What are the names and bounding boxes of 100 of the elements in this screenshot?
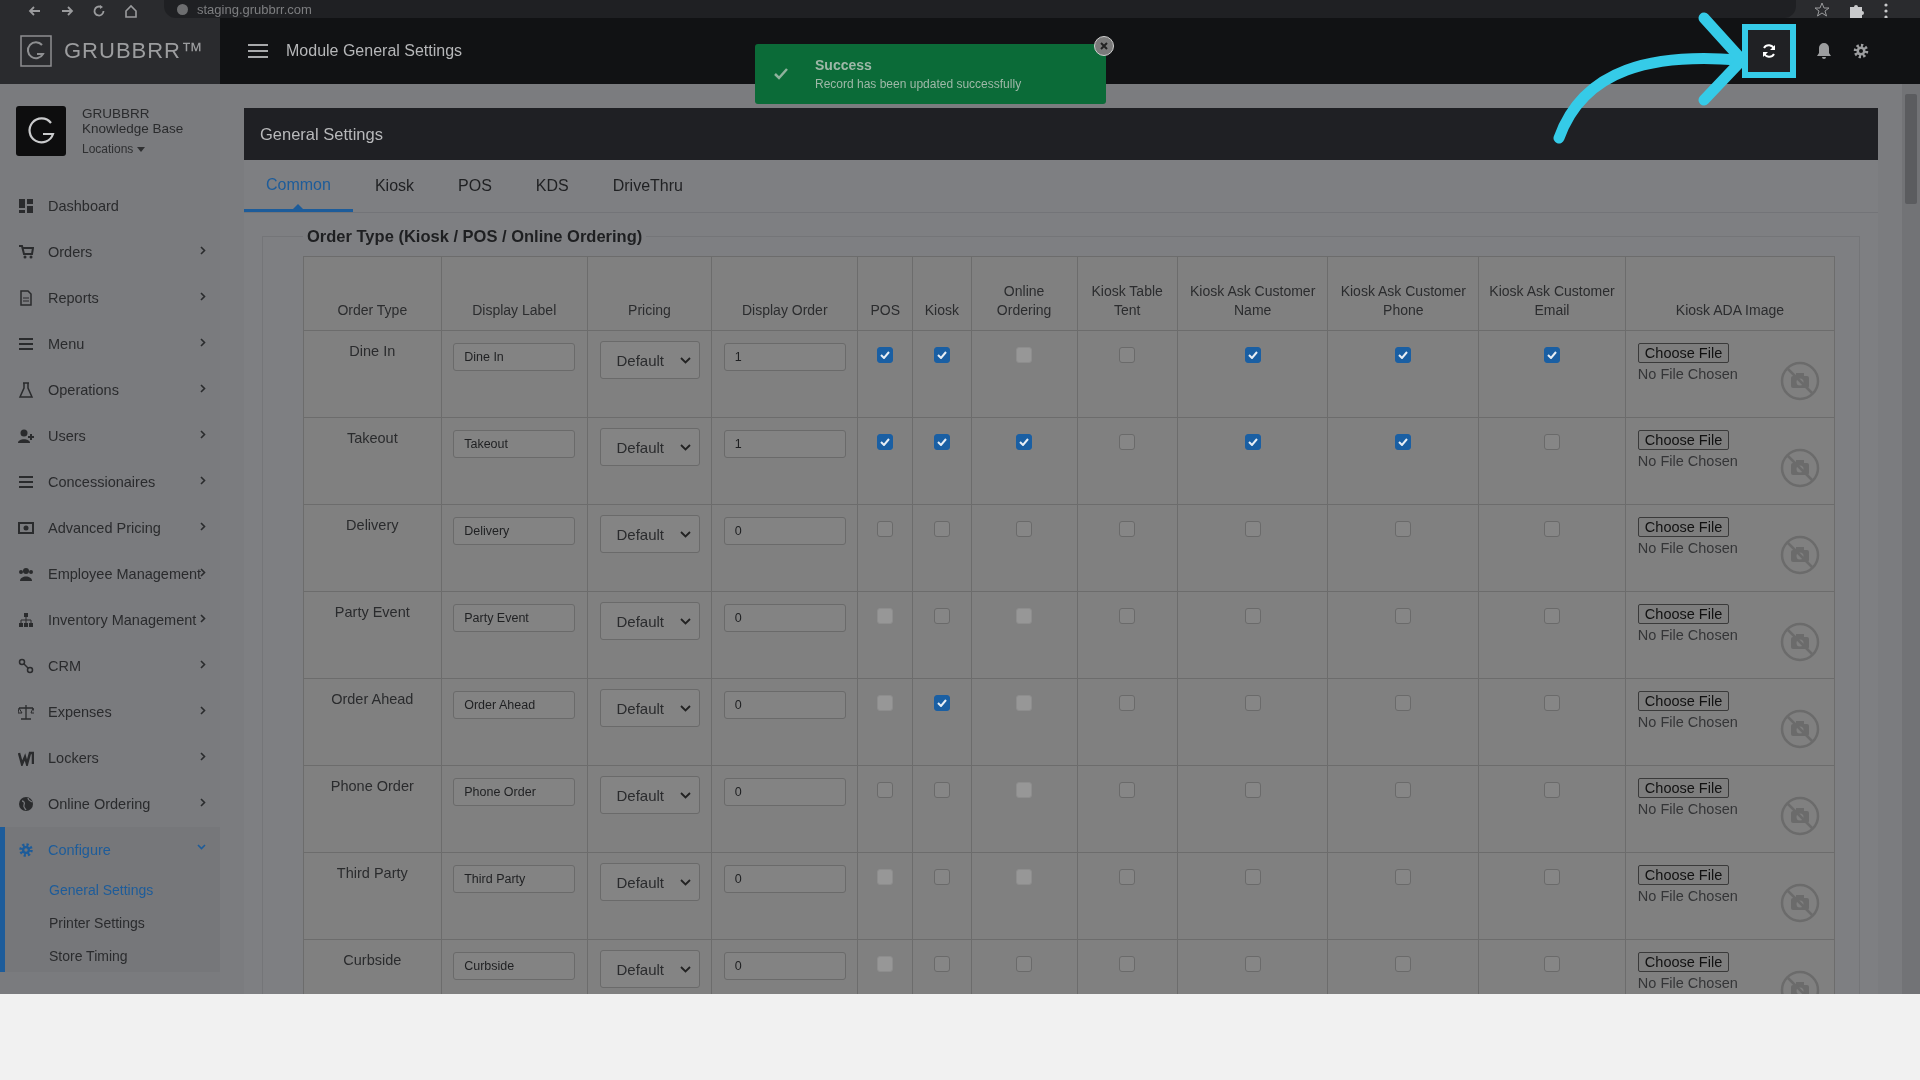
label-field[interactable]: Party Event	[453, 604, 576, 632]
choose-file-button[interactable]: Choose File	[1637, 952, 1730, 972]
order-field[interactable]: 0	[723, 778, 846, 806]
checkbox[interactable]	[1016, 956, 1033, 972]
checkbox[interactable]	[1544, 608, 1560, 624]
checkbox[interactable]	[1395, 869, 1412, 885]
checkbox[interactable]	[1244, 869, 1261, 885]
sidebar-item[interactable]: CRM	[0, 643, 220, 689]
star-icon[interactable]	[1814, 2, 1830, 18]
checkbox[interactable]	[1244, 695, 1261, 711]
scrollbar[interactable]	[1902, 84, 1920, 994]
more-icon[interactable]	[1884, 2, 1888, 18]
submenu-item[interactable]: Printer Settings	[5, 906, 220, 939]
home-icon[interactable]	[124, 4, 138, 18]
reload-icon[interactable]	[92, 4, 106, 18]
label-field[interactable]: Phone Order	[453, 778, 576, 806]
checkbox[interactable]	[1544, 695, 1560, 711]
checkbox[interactable]	[1119, 521, 1136, 537]
order-field[interactable]: 0	[723, 691, 846, 719]
order-field[interactable]: 0	[723, 865, 846, 893]
pricing-select[interactable]: Default	[599, 602, 700, 640]
checkbox[interactable]	[1119, 956, 1136, 972]
checkbox[interactable]	[1544, 782, 1560, 798]
sidebar-item[interactable]: Orders	[0, 229, 220, 275]
checkbox[interactable]	[1016, 434, 1033, 450]
checkbox[interactable]	[933, 347, 950, 363]
tab[interactable]: Kiosk	[352, 160, 437, 212]
checkbox[interactable]	[933, 434, 950, 450]
locations-dropdown[interactable]: Locations	[82, 142, 146, 156]
checkbox[interactable]	[1544, 521, 1560, 537]
choose-file-button[interactable]: Choose File	[1637, 430, 1730, 450]
checkbox[interactable]	[1244, 434, 1261, 450]
checkbox[interactable]	[1395, 347, 1412, 363]
close-button[interactable]	[1094, 36, 1114, 56]
pricing-select[interactable]: Default	[599, 950, 700, 988]
choose-file-button[interactable]: Choose File	[1637, 517, 1730, 537]
sidebar-item[interactable]: Users	[0, 413, 220, 459]
submenu-item[interactable]: Store Timing	[5, 939, 220, 972]
checkbox[interactable]	[877, 782, 894, 798]
order-field[interactable]: 1	[723, 430, 846, 458]
checkbox[interactable]	[933, 521, 950, 537]
sidebar-item[interactable]: Inventory Management	[0, 597, 220, 643]
pricing-select[interactable]: Default	[599, 515, 700, 553]
tab[interactable]: DriveThru	[590, 160, 705, 212]
order-field[interactable]: 0	[723, 517, 846, 545]
checkbox[interactable]	[877, 434, 894, 450]
checkbox[interactable]	[1119, 347, 1136, 363]
pricing-select[interactable]: Default	[599, 428, 700, 466]
checkbox[interactable]	[877, 521, 894, 537]
back-icon[interactable]	[28, 4, 42, 18]
checkbox[interactable]	[1395, 956, 1412, 972]
sidebar-item[interactable]: Menu	[0, 321, 220, 367]
checkbox[interactable]	[1016, 521, 1033, 537]
label-field[interactable]: Dine In	[453, 343, 576, 371]
checkbox[interactable]	[933, 956, 950, 972]
checkbox[interactable]	[1244, 956, 1261, 972]
checkbox[interactable]	[1119, 695, 1136, 711]
checkbox[interactable]	[1119, 869, 1136, 885]
pricing-select[interactable]: Default	[599, 689, 700, 727]
sidebar-item[interactable]: Lockers	[0, 735, 220, 781]
choose-file-button[interactable]: Choose File	[1637, 778, 1730, 798]
checkbox[interactable]	[1544, 869, 1560, 885]
choose-file-button[interactable]: Choose File	[1637, 604, 1730, 624]
checkbox[interactable]	[1395, 782, 1412, 798]
checkbox[interactable]	[1244, 782, 1261, 798]
sidebar-item[interactable]: Online Ordering	[0, 781, 220, 827]
choose-file-button[interactable]: Choose File	[1637, 865, 1730, 885]
order-field[interactable]: 0	[723, 952, 846, 980]
refresh-button[interactable]	[1742, 24, 1796, 78]
menu-icon[interactable]	[248, 43, 268, 59]
label-field[interactable]: Delivery	[453, 517, 576, 545]
forward-icon[interactable]	[60, 4, 74, 18]
pricing-select[interactable]: Default	[599, 863, 700, 901]
choose-file-button[interactable]: Choose File	[1637, 691, 1730, 711]
tab[interactable]: POS	[436, 160, 514, 212]
checkbox[interactable]	[1119, 434, 1136, 450]
checkbox[interactable]	[1119, 608, 1136, 624]
checkbox[interactable]	[1544, 956, 1560, 972]
label-field[interactable]: Order Ahead	[453, 691, 576, 719]
pricing-select[interactable]: Default	[599, 341, 700, 379]
checkbox[interactable]	[1395, 434, 1412, 450]
label-field[interactable]: Takeout	[453, 430, 576, 458]
sidebar-item[interactable]: Employee Management	[0, 551, 220, 597]
checkbox[interactable]	[1244, 521, 1261, 537]
checkbox[interactable]	[1544, 434, 1560, 450]
checkbox[interactable]	[877, 347, 894, 363]
checkbox[interactable]	[933, 608, 950, 624]
sidebar-item[interactable]: Concessionaires	[0, 459, 220, 505]
label-field[interactable]: Third Party	[453, 865, 576, 893]
checkbox[interactable]	[933, 695, 950, 711]
sidebar-item[interactable]: Reports	[0, 275, 220, 321]
checkbox[interactable]	[933, 782, 950, 798]
url-text[interactable]: staging.grubbrr.com	[197, 1, 312, 17]
checkbox[interactable]	[1395, 695, 1412, 711]
checkbox[interactable]	[1119, 782, 1136, 798]
checkbox[interactable]	[1395, 521, 1412, 537]
label-field[interactable]: Curbside	[453, 952, 576, 980]
order-field[interactable]: 0	[723, 604, 846, 632]
pricing-select[interactable]: Default	[599, 776, 700, 814]
sidebar-item[interactable]: Expenses	[0, 689, 220, 735]
